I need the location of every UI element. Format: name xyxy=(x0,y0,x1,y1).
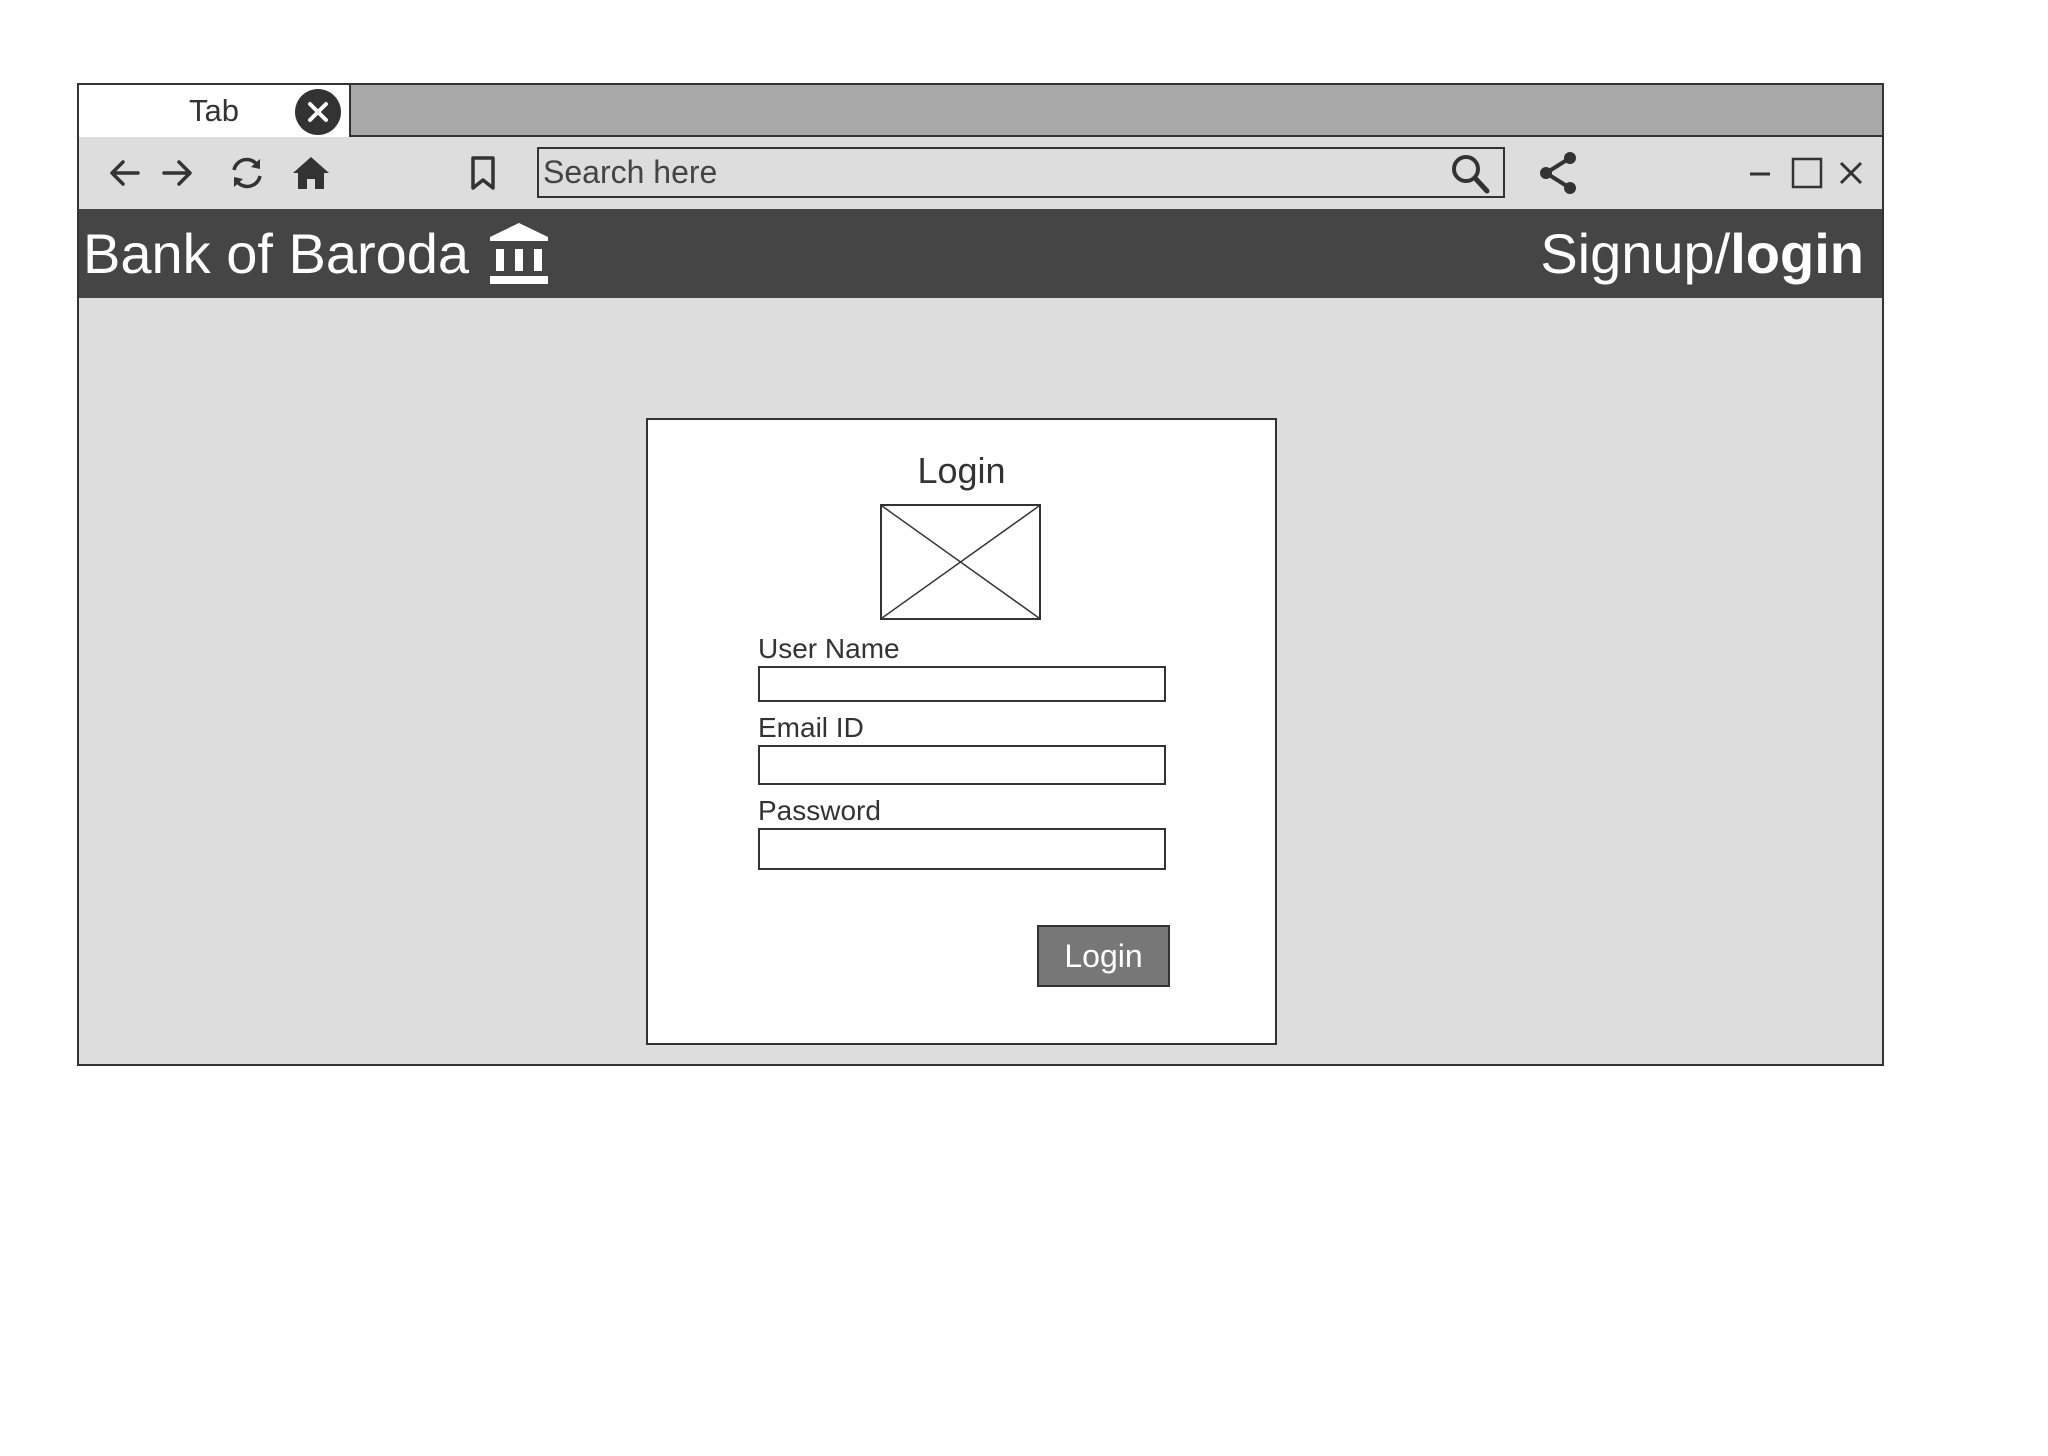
search-input[interactable] xyxy=(543,149,1423,196)
email-label: Email ID xyxy=(758,712,864,743)
username-label: User Name xyxy=(758,633,900,664)
reload-icon[interactable] xyxy=(225,137,269,209)
login-link-text: login xyxy=(1730,222,1864,285)
tab-close-icon[interactable] xyxy=(295,89,341,135)
image-placeholder xyxy=(880,504,1041,620)
forward-icon[interactable] xyxy=(157,137,197,209)
back-icon[interactable] xyxy=(105,137,145,209)
browser-window: Tab Search here Bank of Baroda Signup/lo… xyxy=(77,83,1884,1066)
browser-toolbar xyxy=(79,137,1882,209)
tab-bar: Tab xyxy=(79,85,1882,137)
home-icon[interactable] xyxy=(289,137,333,209)
maximize-icon[interactable] xyxy=(1789,137,1825,209)
site-header: Bank of Baroda Signup/login xyxy=(79,209,1882,298)
signup-login-link[interactable]: Signup/login xyxy=(1540,209,1864,298)
close-icon[interactable] xyxy=(1835,137,1867,209)
login-card: Login User Name Email ID Password Login xyxy=(646,418,1277,1045)
browser-tab[interactable]: Tab xyxy=(79,85,351,137)
search-box xyxy=(537,147,1505,198)
share-icon[interactable] xyxy=(1535,137,1583,209)
email-input[interactable] xyxy=(758,745,1166,785)
bookmark-icon[interactable] xyxy=(465,137,501,209)
password-input[interactable] xyxy=(758,828,1166,870)
login-button[interactable]: Login xyxy=(1037,925,1170,987)
username-input[interactable] xyxy=(758,666,1166,702)
brand-name: Bank of Baroda xyxy=(83,222,470,285)
login-title: Login xyxy=(917,450,1006,491)
minimize-icon[interactable] xyxy=(1745,137,1775,209)
password-label: Password xyxy=(758,795,881,826)
search-icon[interactable] xyxy=(1449,153,1493,195)
signup-link-text: Signup/ xyxy=(1540,222,1731,285)
bank-icon xyxy=(489,221,549,285)
